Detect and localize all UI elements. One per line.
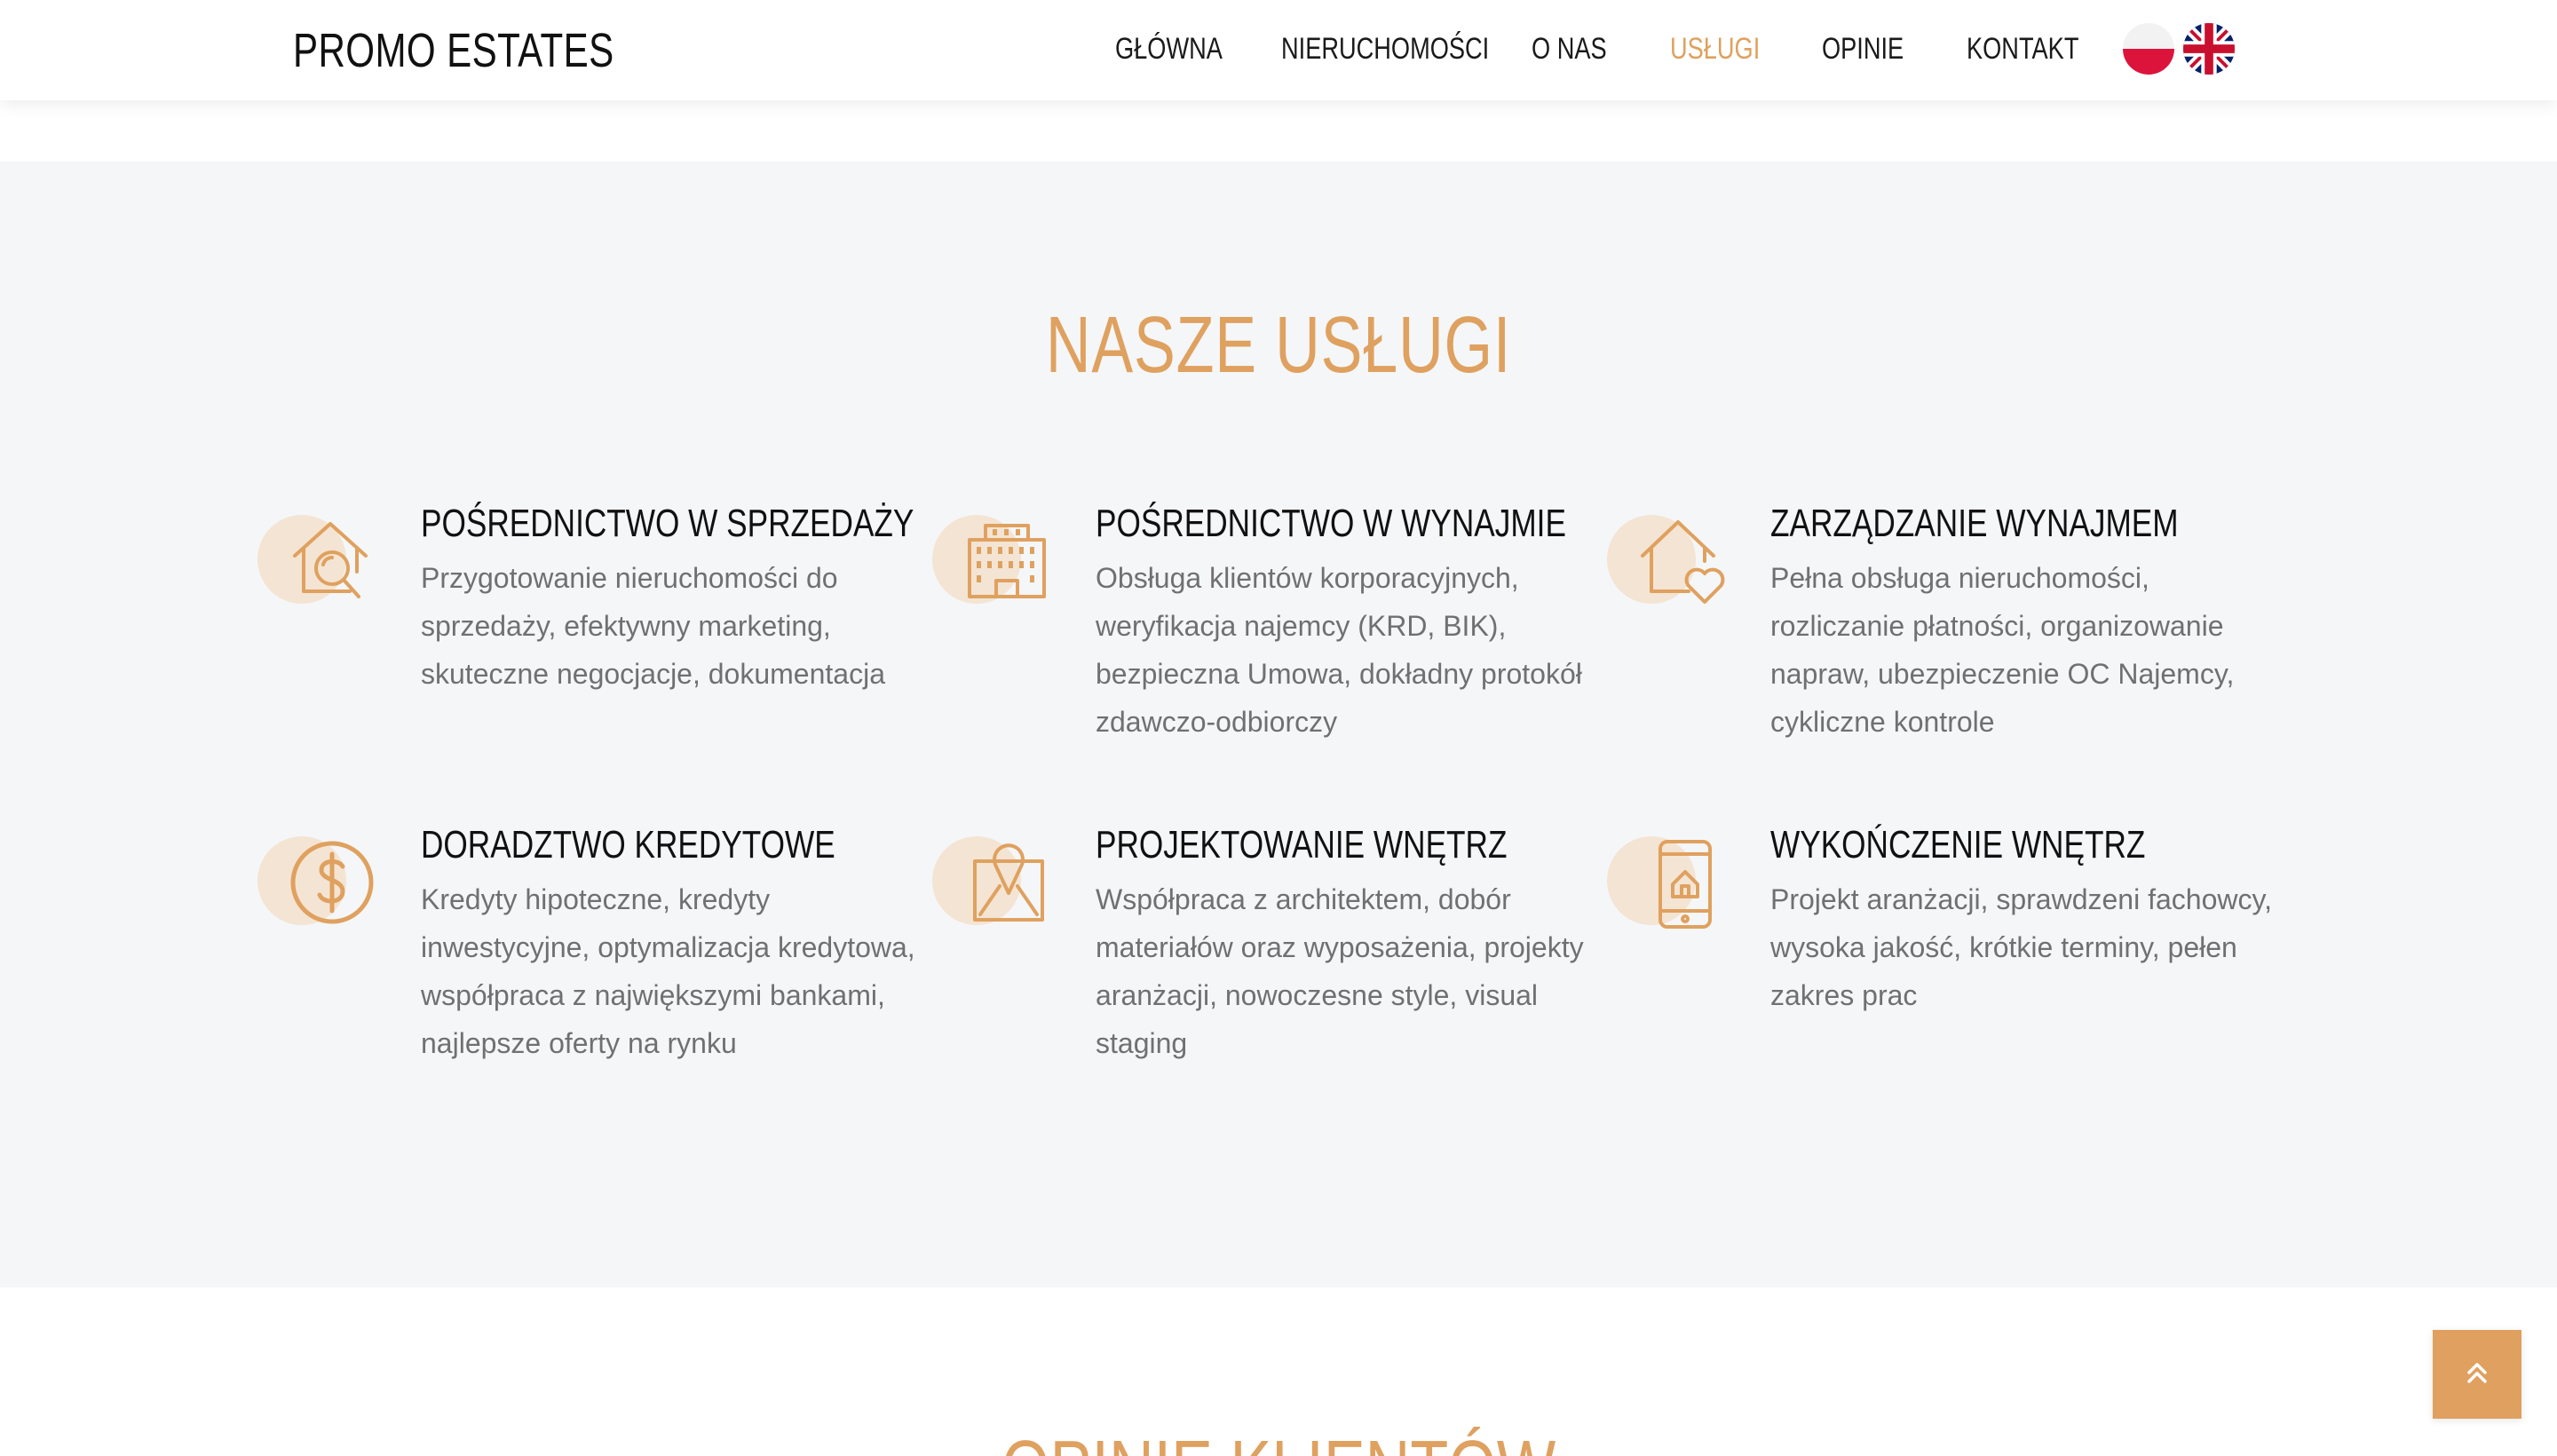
service-item: WYKOŃCZENIE WNĘTRZ Projekt aranżacji, sp…: [1607, 819, 2272, 1112]
nav-item-opinie[interactable]: OPINIE: [1822, 27, 1904, 71]
service-title: WYKOŃCZENIE WNĘTRZ: [1770, 823, 2146, 866]
uk-flag-icon[interactable]: [2183, 23, 2235, 75]
poland-flag-icon[interactable]: [2123, 23, 2174, 75]
service-item: DORADZTWO KREDYTOWE Kredyty hipoteczne, …: [257, 819, 915, 1112]
site-header: PROMO ESTATES GŁÓWNA NIERUCHOMOŚCI O NAS…: [0, 0, 2557, 100]
service-title: PROJEKTOWANIE WNĘTRZ: [1096, 823, 1508, 866]
service-description: Kredyty hipoteczne, kredyty inwestycyjne…: [421, 883, 915, 1059]
page: PROMO ESTATES GŁÓWNA NIERUCHOMOŚCI O NAS…: [0, 0, 2557, 1456]
service-title: ZARZĄDZANIE WYNAJMEM: [1770, 502, 2179, 545]
service-item: POŚREDNICTWO W WYNAJMIE Obsługa klientów…: [932, 497, 1589, 790]
double-chevron-up-icon: [2467, 1363, 2487, 1383]
services-title: NASZE USŁUGI: [1045, 301, 1512, 390]
house-search-icon: [293, 522, 368, 598]
house-heart-icon: [1641, 520, 1725, 604]
service-title: POŚREDNICTWO W SPRZEDAŻY: [421, 502, 914, 545]
services-section: NASZE USŁUGI POŚREDNICTWO W SPRZEDAŻY Pr…: [0, 162, 2557, 1287]
nav-item-kontakt[interactable]: KONTAKT: [1967, 27, 2078, 71]
opinions-title: OPINIE KLIENTÓW: [0, 1420, 2557, 1456]
service-title: DORADZTWO KREDYTOWE: [421, 823, 835, 866]
office-building-icon: [968, 524, 1046, 598]
nav-item-nieruchomosci[interactable]: NIERUCHOMOŚCI: [1281, 27, 1489, 71]
service-description: Projekt aranżacji, sprawdzeni fachowcy, …: [1770, 883, 2272, 1011]
map-pin-icon: [973, 843, 1044, 922]
service-description: Przygotowanie nieruchomości do sprzedaży…: [421, 562, 885, 690]
service-description: Pełna obsługa nieruchomości, rozliczanie…: [1770, 562, 2235, 738]
service-description: Współpraca z architektem, dobór materiał…: [1096, 883, 1584, 1059]
service-title: POŚREDNICTWO W WYNAJMIE: [1096, 502, 1566, 545]
dollar-coin-icon: [290, 841, 374, 924]
service-description: Obsługa klientów korporacyjnych, weryfik…: [1096, 562, 1582, 738]
service-item: POŚREDNICTWO W SPRZEDAŻY Przygotowanie n…: [257, 497, 914, 790]
service-item: PROJEKTOWANIE WNĘTRZ Współpraca z archit…: [932, 819, 1589, 1112]
smartphone-house-icon: [1658, 840, 1712, 929]
site-logo[interactable]: PROMO ESTATES: [293, 20, 614, 82]
service-item: ZARZĄDZANIE WYNAJMEM Pełna obsługa nieru…: [1607, 497, 2264, 790]
scroll-to-top-button[interactable]: [2433, 1330, 2521, 1419]
nav-item-glowna[interactable]: GŁÓWNA: [1115, 27, 1223, 71]
nav-item-o-nas[interactable]: O NAS: [1532, 27, 1607, 71]
nav-item-uslugi[interactable]: USŁUGI: [1670, 27, 1760, 71]
